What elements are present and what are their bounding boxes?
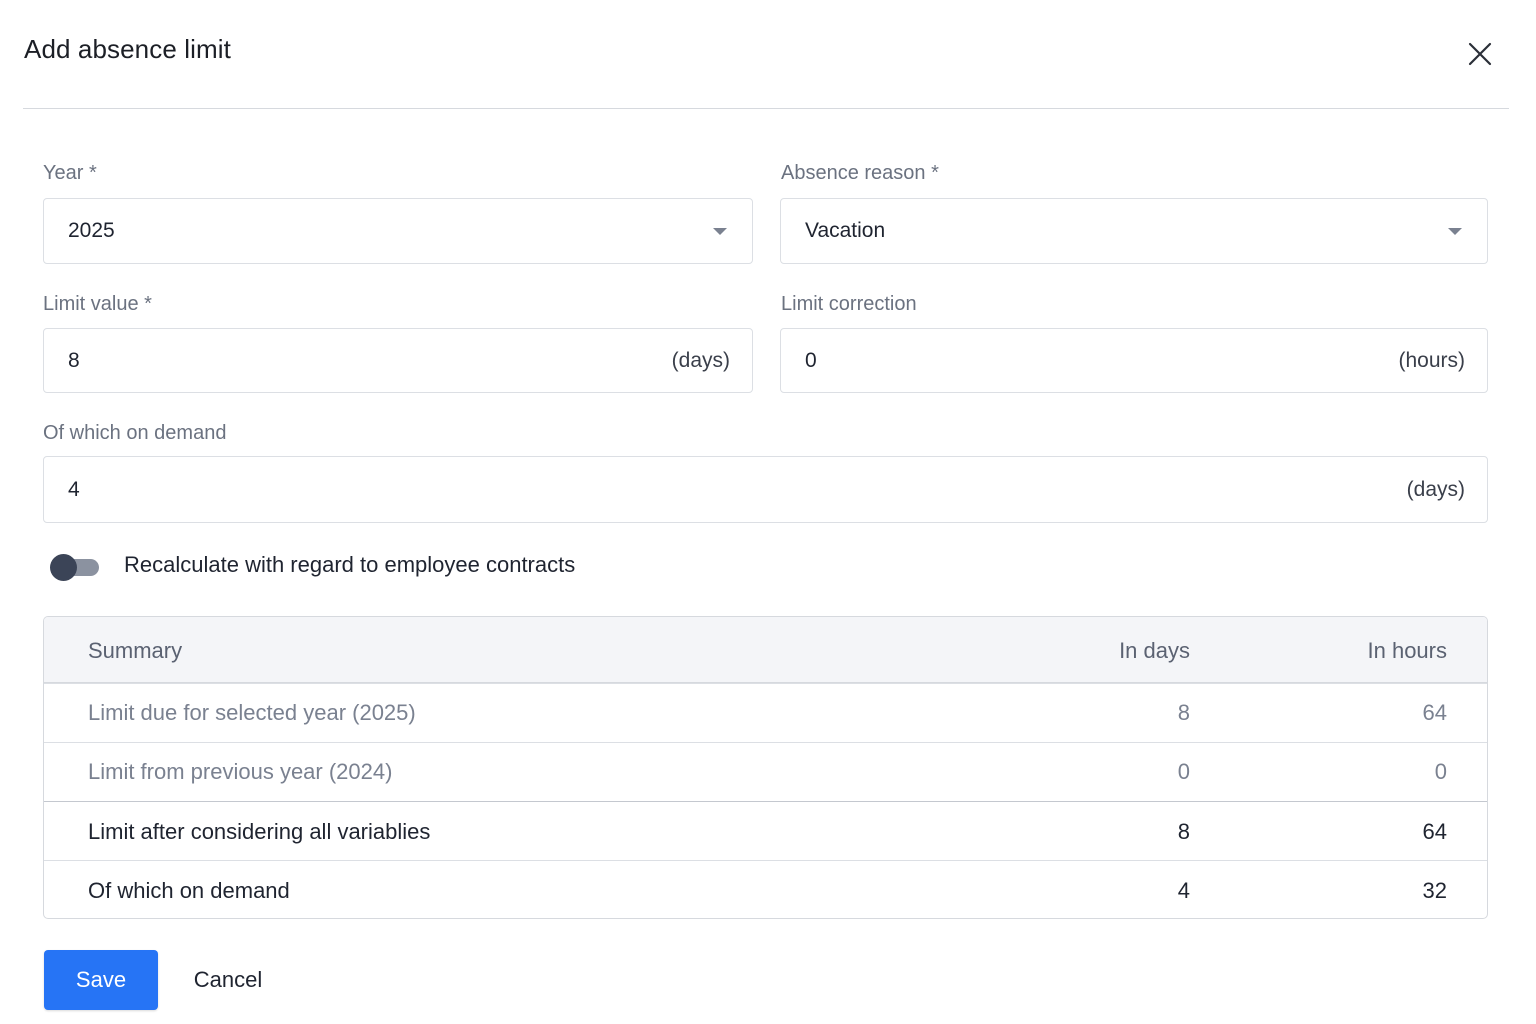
year-select[interactable]: 2025 [43, 198, 753, 264]
summary-header-hours: In hours [1367, 638, 1448, 663]
on-demand-value: 4 [68, 477, 80, 501]
toggle-knob [50, 554, 77, 581]
recalculate-label: Recalculate with regard to employee cont… [124, 552, 576, 577]
limit-value-value: 8 [68, 348, 80, 372]
row-days: 0 [1177, 759, 1190, 784]
header-divider [23, 108, 1509, 109]
year-label: Year * [43, 162, 97, 184]
on-demand-input[interactable]: 4 (days) [43, 456, 1488, 523]
row-hours: 32 [1422, 878, 1447, 903]
limit-correction-unit: (hours) [1398, 348, 1465, 372]
table-row: Of which on demand 4 32 [44, 860, 1487, 918]
add-absence-limit-dialog: Add absence limit Year * 2025 Absence re… [0, 0, 1536, 1024]
caret-down-icon [1448, 228, 1462, 235]
summary-table: Summary In days In hours Limit due for s… [43, 616, 1488, 919]
row-days: 8 [1177, 700, 1190, 725]
close-button[interactable] [1462, 36, 1498, 72]
limit-correction-label: Limit correction [781, 293, 917, 315]
save-button[interactable]: Save [44, 950, 158, 1010]
row-hours: 64 [1422, 700, 1447, 725]
absence-reason-label: Absence reason * [781, 162, 939, 184]
summary-header-days: In days [1119, 638, 1190, 663]
row-hours: 64 [1422, 819, 1447, 844]
summary-header-row: Summary In days In hours [44, 617, 1487, 683]
summary-header-name: Summary [88, 638, 183, 663]
row-name: Of which on demand [88, 878, 290, 903]
dialog-title: Add absence limit [24, 34, 231, 64]
on-demand-unit: (days) [1406, 477, 1465, 501]
limit-correction-input[interactable]: 0 (hours) [780, 328, 1488, 393]
row-name: Limit from previous year (2024) [88, 759, 393, 784]
limit-value-input[interactable]: 8 (days) [43, 328, 753, 393]
close-icon [1468, 42, 1492, 66]
absence-reason-select[interactable]: Vacation [780, 198, 1488, 264]
limit-value-unit: (days) [671, 348, 730, 372]
table-row: Limit from previous year (2024) 0 0 [44, 742, 1487, 801]
year-value: 2025 [68, 219, 115, 242]
table-row: Limit after considering all variablies 8… [44, 801, 1487, 860]
limit-correction-value: 0 [805, 348, 817, 372]
cancel-button[interactable]: Cancel [178, 950, 278, 1010]
row-hours: 0 [1434, 759, 1447, 784]
caret-down-icon [713, 228, 727, 235]
row-days: 8 [1177, 819, 1190, 844]
row-name: Limit after considering all variablies [88, 819, 431, 844]
absence-reason-value: Vacation [805, 219, 886, 242]
row-name: Limit due for selected year (2025) [88, 700, 416, 725]
limit-value-label: Limit value * [43, 293, 152, 315]
row-days: 4 [1177, 878, 1190, 903]
recalculate-toggle[interactable] [50, 552, 100, 582]
table-row: Limit due for selected year (2025) 8 64 [44, 683, 1487, 742]
on-demand-label: Of which on demand [43, 422, 227, 444]
